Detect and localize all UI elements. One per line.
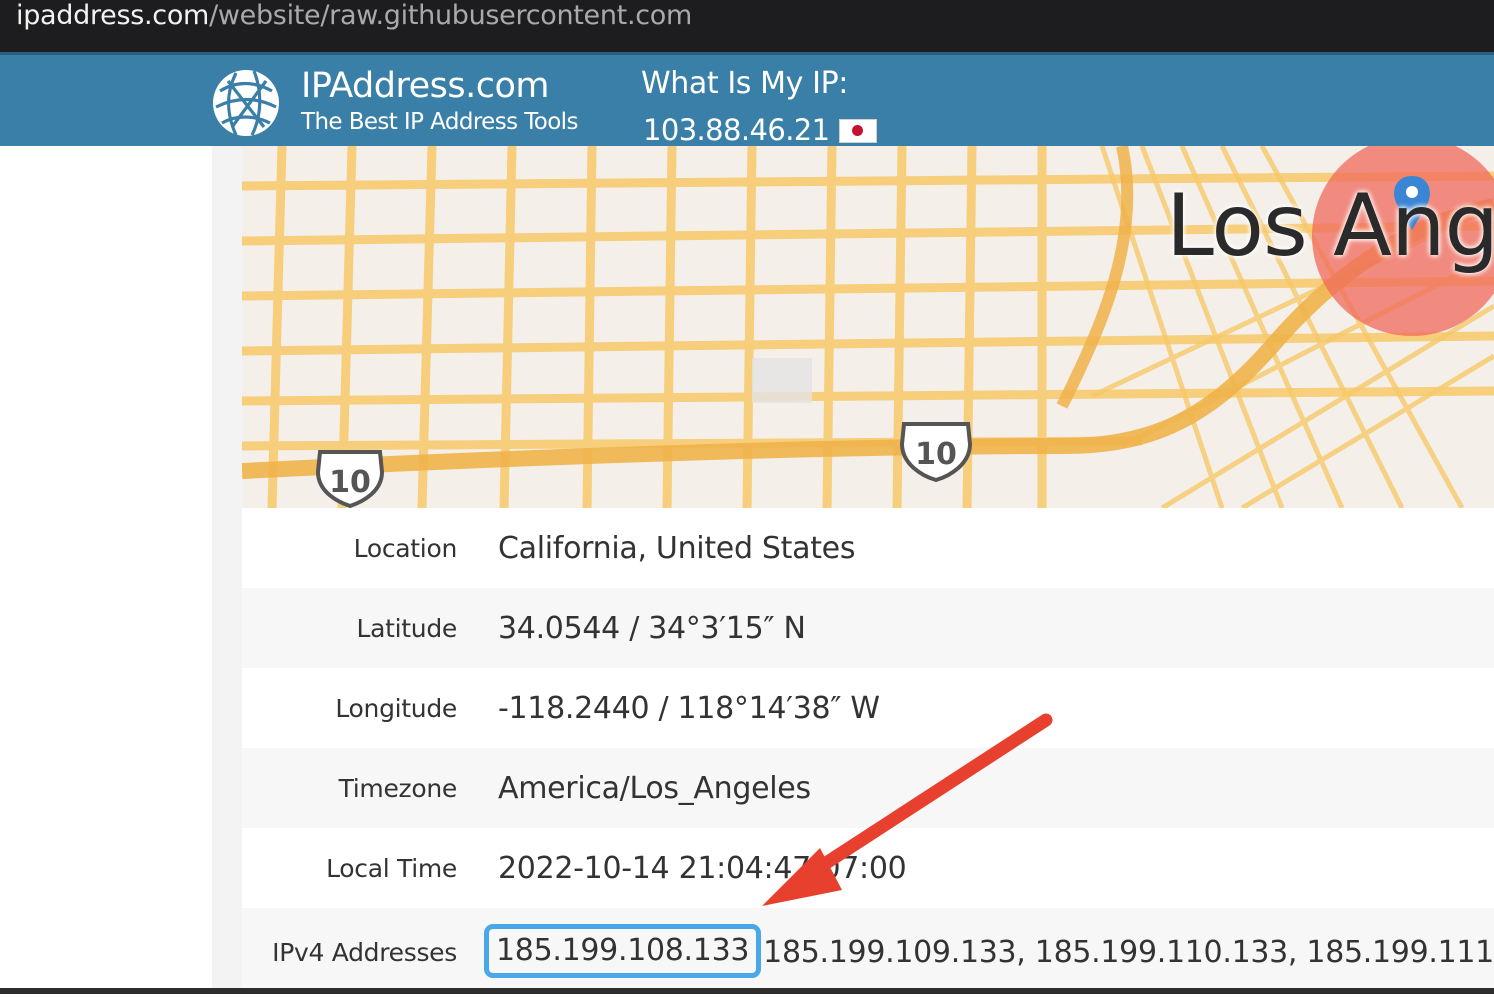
ipv4-rest[interactable]: 185.199.109.133, 185.199.110.133, 185.19…: [763, 935, 1494, 970]
shield-number-right: 10: [915, 437, 957, 472]
timezone-value: America/Los_Angeles: [498, 771, 811, 806]
location-label: Location: [353, 534, 458, 563]
url-path: /website/raw.githubusercontent.com: [209, 0, 693, 31]
left-sidebar: [0, 146, 212, 994]
local-time-label: Local Time: [326, 854, 457, 883]
site-header: IPAddress.com The Best IP Address Tools …: [0, 52, 1494, 149]
map-city-label: Los Ang: [1166, 176, 1494, 276]
location-value: California, United States: [498, 531, 856, 566]
timezone-label: Timezone: [338, 774, 458, 803]
latitude-label: Latitude: [356, 614, 458, 643]
japan-flag-icon: [839, 119, 877, 143]
local-time-value: 2022-10-14 21:04:47-07:00: [498, 851, 907, 886]
table-row-ipv4: IPv4 Addresses 185.199.108.133 185.199.10…: [242, 908, 1494, 994]
location-map[interactable]: 10 10 Los Ang: [242, 146, 1494, 508]
url-host: ipaddress.com: [16, 0, 210, 31]
brand-title[interactable]: IPAddress.com: [301, 66, 549, 106]
latitude-value: 34.0544 / 34°3′15″ N: [498, 611, 806, 646]
ip-info-table: Location California, United States Latit…: [242, 508, 1494, 994]
my-ip-label: What Is My IP:: [641, 66, 848, 101]
table-row-timezone: Timezone America/Los_Angeles: [242, 748, 1494, 828]
longitude-label: Longitude: [335, 694, 457, 723]
ipv4-label: IPv4 Addresses: [272, 938, 457, 967]
browser-url-bar[interactable]: ipaddress.com/website/raw.githubusercont…: [0, 0, 1494, 52]
my-ip-value[interactable]: 103.88.46.21: [643, 113, 830, 147]
globe-logo-icon[interactable]: [210, 67, 282, 139]
brand-tagline: The Best IP Address Tools: [301, 109, 578, 135]
table-row-longitude: Longitude -118.2440 / 118°14′38″ W: [242, 668, 1494, 748]
table-row-latitude: Latitude 34.0544 / 34°3′15″ N: [242, 588, 1494, 668]
longitude-value: -118.2440 / 118°14′38″ W: [498, 691, 880, 726]
ipv4-first-highlighted[interactable]: 185.199.108.133: [484, 924, 762, 978]
content-gutter: [212, 146, 242, 994]
ipv4-value: 185.199.108.133 185.199.109.133, 185.199.…: [484, 908, 1494, 998]
bottom-edge: [0, 988, 1494, 994]
table-row-location: Location California, United States: [242, 508, 1494, 588]
shield-number-left: 10: [329, 465, 371, 500]
table-row-local-time: Local Time 2022-10-14 21:04:47-07:00: [242, 828, 1494, 908]
